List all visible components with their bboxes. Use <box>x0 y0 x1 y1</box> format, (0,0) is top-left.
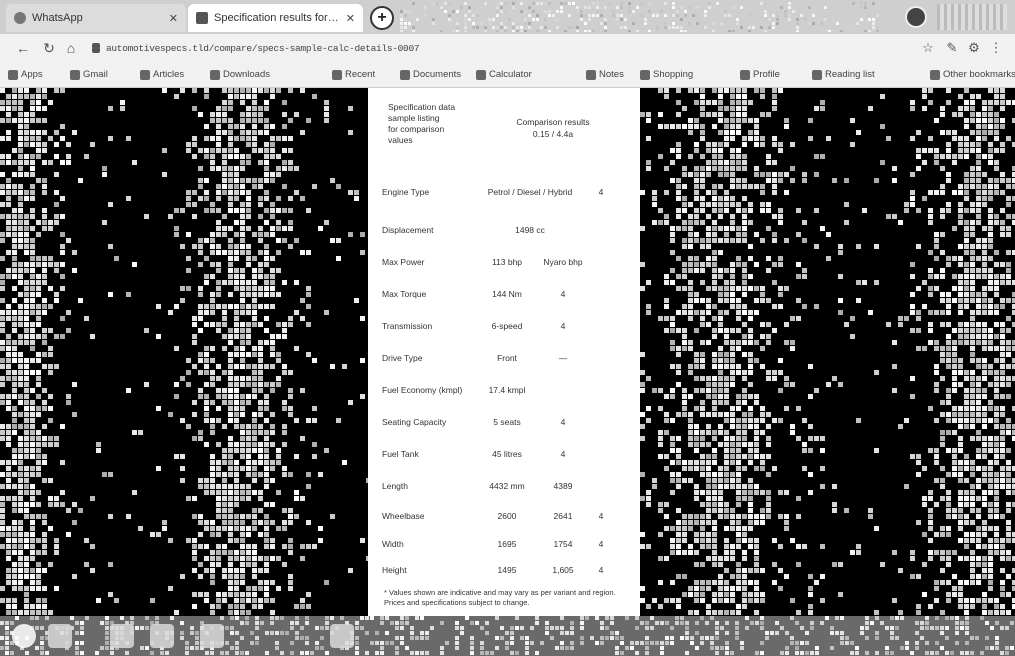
tab-whatsapp[interactable]: WhatsApp ✕ <box>6 4 186 32</box>
start-icon[interactable] <box>12 624 36 648</box>
apps-icon <box>8 69 18 80</box>
close-tab-icon[interactable]: ✕ <box>169 12 178 25</box>
whatsapp-icon <box>14 12 26 24</box>
settings-icon[interactable]: ⚙ <box>966 40 982 56</box>
bookmark-item[interactable]: Apps <box>8 69 43 80</box>
taskbar-app-icon[interactable] <box>110 624 134 648</box>
spec-row: Transmission 6-speed 4 <box>382 321 566 331</box>
folder-icon <box>640 69 650 80</box>
noise-pattern <box>640 88 1015 615</box>
spec-row: Max Power 113 bhp Nyaro bhp <box>382 257 583 267</box>
folder-icon <box>812 69 822 80</box>
bookmarks-bar: Apps Gmail Articles Downloads Recent Doc… <box>0 62 1015 88</box>
spec-row: Seating Capacity 5 seats 4 <box>382 417 566 427</box>
bookmark-item[interactable]: Reading list <box>812 69 875 80</box>
bookmark-item[interactable]: Documents <box>400 69 461 80</box>
address-bar[interactable]: automotivespecs.tld/compare/specs-sample… <box>92 39 652 57</box>
folder-icon <box>476 69 486 80</box>
page-favicon <box>196 12 208 24</box>
lock-icon <box>92 43 100 53</box>
spec-row: Max Torque 144 Nm 4 <box>382 289 566 299</box>
bookmark-item[interactable]: Recent <box>332 69 375 80</box>
tab-strip-artifact <box>400 2 879 32</box>
spec-row: Width 1695 1754 4 <box>382 539 604 549</box>
spec-header: Specification data sample listing for co… <box>388 102 628 160</box>
folder-icon <box>210 69 220 80</box>
page-background-left <box>0 88 368 616</box>
taskbar-app-icon[interactable] <box>150 624 174 648</box>
bookmark-item[interactable]: Profile <box>740 69 780 80</box>
folder-icon <box>400 69 410 80</box>
taskbar-app-icon[interactable] <box>330 624 354 648</box>
back-icon[interactable]: ← <box>14 39 32 57</box>
bookmark-item[interactable]: Other bookmarks <box>930 69 1015 80</box>
home-icon[interactable]: ⌂ <box>62 39 80 57</box>
address-url: automotivespecs.tld/compare/specs-sample… <box>106 42 420 54</box>
window-controls[interactable] <box>937 4 1007 30</box>
browser-tab-strip: WhatsApp ✕ Specification results for Cal… <box>0 0 1015 34</box>
spec-row: Drive Type Front — <box>382 353 568 363</box>
page-background-right <box>640 88 1015 616</box>
bookmark-item[interactable]: Gmail <box>70 69 108 80</box>
spec-row: Displacement 1498 cc <box>382 225 545 235</box>
bookmark-item[interactable]: Articles <box>140 69 184 80</box>
reload-icon[interactable]: ↻ <box>40 39 58 57</box>
spec-row: Height 1495 1,605 4 <box>382 565 604 575</box>
noise-pattern <box>0 88 368 615</box>
folder-icon <box>332 69 342 80</box>
tab-title: Specification results for Calc... <box>214 12 340 24</box>
extension-icon[interactable]: ✎ <box>944 40 960 56</box>
footnote: * Values shown are indicative and may va… <box>384 588 616 607</box>
mail-icon <box>70 69 80 80</box>
spec-header-value: Comparison results 0.15 / 4.4a <box>516 117 590 139</box>
bookmark-item[interactable]: Downloads <box>210 69 270 80</box>
taskbar <box>0 616 1015 656</box>
folder-icon <box>140 69 150 80</box>
spec-row: Wheelbase 2600 2641 4 <box>382 511 604 521</box>
folder-icon <box>586 69 596 80</box>
spec-panel: Specification data sample listing for co… <box>368 88 640 616</box>
close-tab-icon[interactable]: ✕ <box>346 12 355 25</box>
taskbar-app-icon[interactable] <box>200 624 224 648</box>
bookmark-item[interactable]: Calculator <box>476 69 532 80</box>
bookmark-item[interactable]: Shopping <box>640 69 693 80</box>
menu-icon[interactable]: ⋮ <box>988 40 1004 56</box>
browser-toolbar: ← ↻ ⌂ automotivespecs.tld/compare/specs-… <box>0 34 1015 62</box>
profile-icon[interactable] <box>905 6 927 28</box>
spec-row: Engine Type Petrol / Diesel / Hybrid 4 <box>382 187 604 197</box>
spec-header-label: Specification data sample listing for co… <box>388 102 456 145</box>
tab-title: WhatsApp <box>32 12 83 24</box>
new-tab-icon[interactable]: + <box>370 6 394 30</box>
spec-row: Fuel Tank 45 litres 4 <box>382 449 566 459</box>
bookmark-star-icon[interactable]: ☆ <box>920 40 936 56</box>
folder-icon <box>930 69 940 80</box>
bookmark-item[interactable]: Notes <box>586 69 624 80</box>
spec-row: Length 4432 mm 4389 <box>382 481 573 491</box>
taskbar-app-icon[interactable] <box>48 624 72 648</box>
folder-icon <box>740 69 750 80</box>
tab-active[interactable]: Specification results for Calc... ✕ <box>188 4 363 32</box>
spec-row: Fuel Economy (kmpl) 17.4 kmpl <box>382 385 526 395</box>
